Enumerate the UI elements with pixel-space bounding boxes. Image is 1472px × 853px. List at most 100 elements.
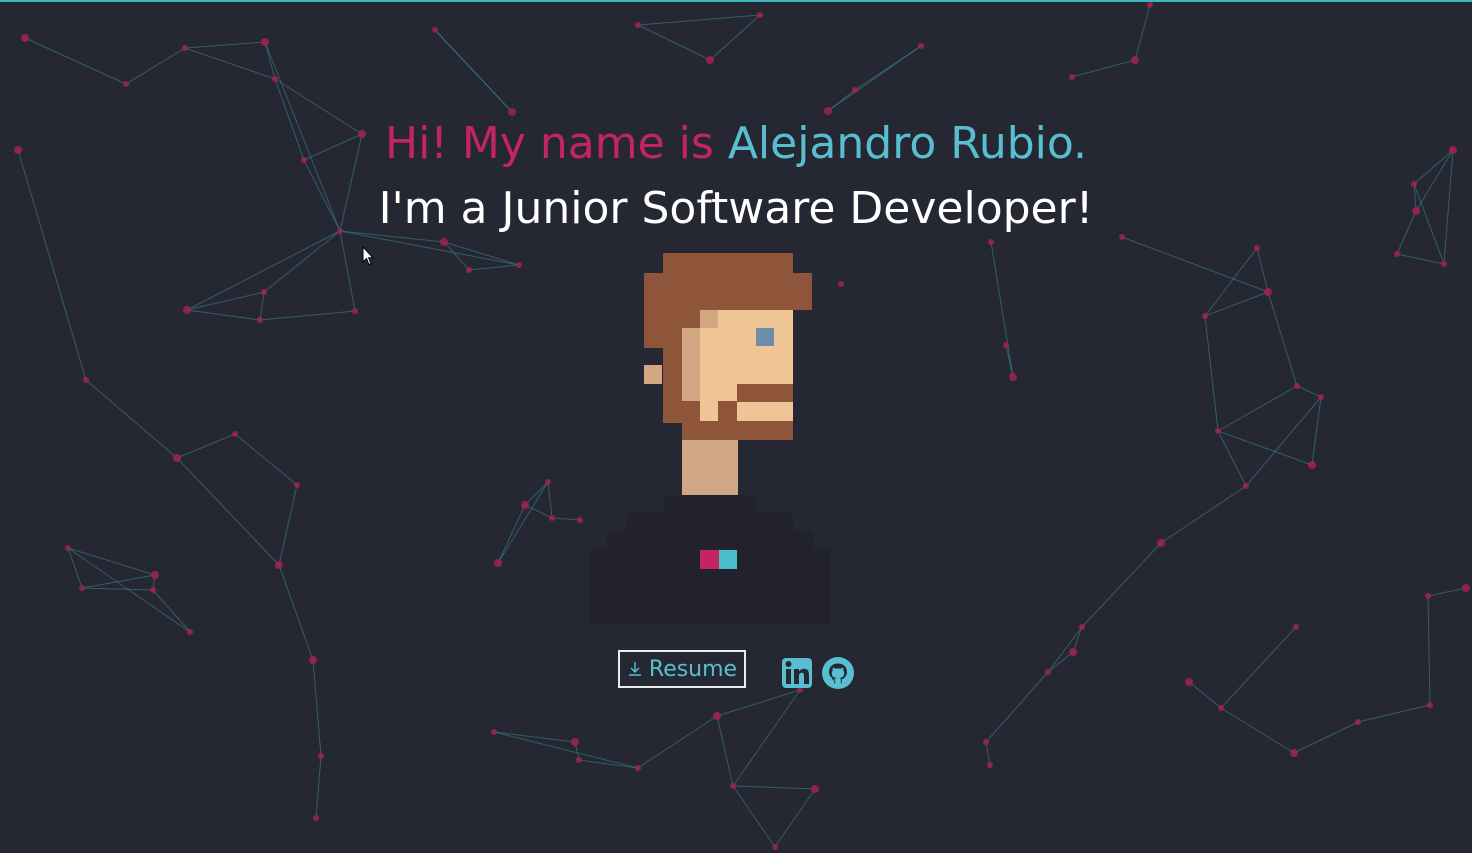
network-line — [1256, 247, 1269, 293]
network-line — [24, 37, 127, 85]
network-line — [1427, 587, 1467, 597]
network-node — [1009, 373, 1017, 381]
network-line — [1427, 595, 1431, 706]
network-line — [1220, 707, 1295, 754]
network-line — [1121, 236, 1269, 293]
network-line — [985, 671, 1049, 743]
resume-label: Resume — [648, 656, 738, 682]
network-line — [263, 230, 341, 293]
network-line — [732, 689, 801, 787]
network-node — [1264, 288, 1272, 296]
network-node — [730, 783, 736, 789]
network-node — [635, 765, 641, 771]
network-node — [576, 757, 582, 763]
network-node — [1218, 705, 1224, 711]
network-line — [315, 755, 322, 819]
network-node — [1147, 2, 1153, 8]
tagline-heading: I'm a Junior Software Developer! — [378, 183, 1094, 234]
network-node — [1157, 539, 1165, 547]
network-node — [1069, 648, 1077, 656]
network-line — [524, 504, 553, 519]
network-line — [1217, 385, 1298, 432]
network-line — [709, 14, 761, 61]
network-line — [434, 29, 513, 113]
network-line — [339, 230, 356, 312]
network-node — [757, 12, 763, 18]
network-node — [918, 43, 924, 49]
network-line — [547, 481, 553, 519]
network-line — [732, 785, 776, 848]
network-node — [1462, 584, 1470, 592]
network-line — [67, 547, 191, 633]
network-line — [827, 45, 922, 112]
linkedin-icon[interactable] — [782, 658, 812, 688]
network-node — [294, 482, 300, 488]
network-node — [988, 239, 994, 245]
network-node — [772, 844, 778, 850]
resume-download-button[interactable]: Resume — [618, 650, 746, 688]
network-node — [1045, 669, 1051, 675]
network-line — [67, 547, 83, 589]
network-line — [990, 241, 1014, 378]
network-line — [278, 564, 314, 661]
network-line — [1188, 681, 1222, 709]
network-line — [578, 759, 639, 769]
network-node — [440, 238, 448, 246]
network-node — [309, 656, 317, 664]
network-node — [987, 762, 993, 768]
network-line — [264, 41, 276, 80]
network-line — [1396, 253, 1445, 265]
network-node — [318, 753, 324, 759]
network-line — [497, 504, 526, 564]
github-icon[interactable] — [822, 657, 854, 689]
network-node — [272, 76, 278, 82]
network-node — [1131, 56, 1139, 64]
network-line — [85, 379, 178, 459]
network-node — [1394, 251, 1400, 257]
network-node — [352, 308, 358, 314]
network-line — [176, 433, 236, 459]
network-line — [152, 589, 191, 633]
network-node — [313, 815, 319, 821]
network-line — [732, 785, 816, 790]
network-node — [123, 81, 129, 87]
network-node — [257, 317, 263, 323]
network-line — [1134, 4, 1151, 61]
pixel-avatar — [589, 253, 831, 625]
network-node — [1293, 624, 1299, 630]
network-node — [275, 561, 283, 569]
network-line — [312, 659, 322, 757]
network-node — [549, 515, 555, 521]
network-node — [1185, 678, 1193, 686]
network-node — [1254, 245, 1260, 251]
network-line — [259, 291, 265, 321]
mouse-cursor-icon — [362, 246, 374, 266]
download-icon — [628, 662, 641, 676]
greeting-heading: Hi! My name is Alejandro Rubio. — [0, 116, 1472, 172]
network-node — [1069, 74, 1075, 80]
network-line — [1357, 704, 1431, 723]
network-node — [432, 27, 438, 33]
network-line — [716, 689, 801, 717]
network-node — [521, 501, 529, 509]
network-node — [1215, 428, 1221, 434]
network-line — [176, 457, 280, 566]
network-node — [1318, 394, 1324, 400]
developer-name: Alejandro Rubio. — [727, 118, 1088, 169]
network-line — [774, 788, 816, 848]
network-line — [637, 715, 718, 769]
network-line — [234, 433, 298, 486]
network-node — [852, 87, 858, 93]
network-line — [1220, 626, 1297, 709]
network-node — [1425, 593, 1431, 599]
network-node — [1079, 624, 1085, 630]
network-node — [811, 785, 819, 793]
network-line — [1217, 430, 1313, 466]
page: Hi! My name is Alejandro Rubio. I'm a Ju… — [0, 0, 1472, 853]
network-line — [1204, 315, 1219, 432]
network-node — [1003, 342, 1009, 348]
network-node — [577, 517, 583, 523]
network-line — [278, 484, 298, 566]
network-node — [1294, 383, 1300, 389]
network-line — [1047, 626, 1083, 673]
